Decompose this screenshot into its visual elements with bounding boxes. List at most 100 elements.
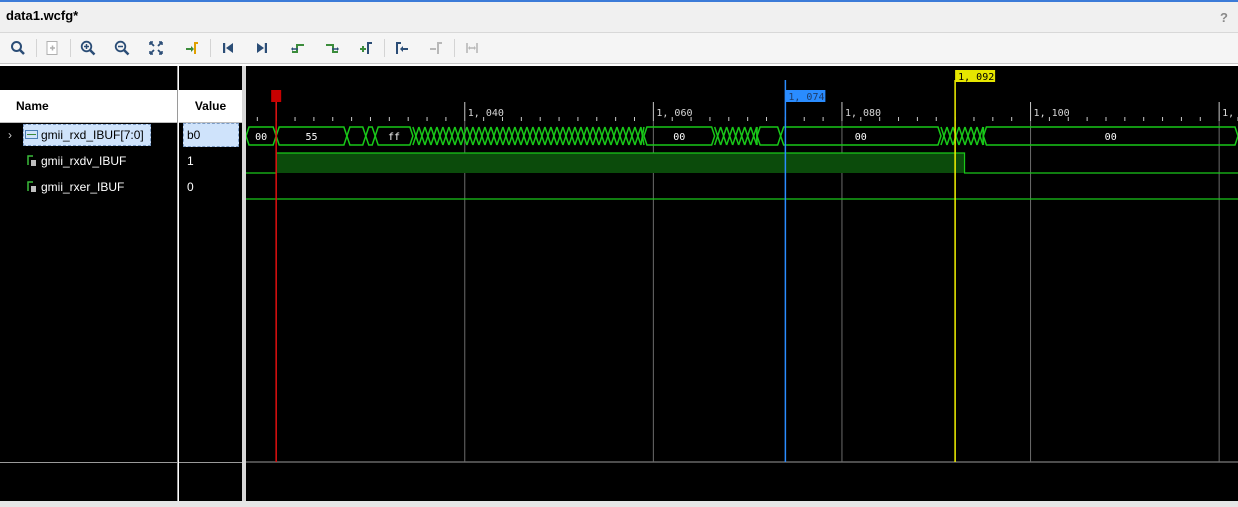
bus-value-label: ff — [388, 132, 400, 143]
signal-row[interactable]: › gmii_rxd_IBUF[7:0] — [0, 124, 177, 146]
zoom-out-icon[interactable] — [112, 38, 132, 58]
signal-value: b0 — [183, 123, 239, 147]
go-to-start-icon[interactable] — [218, 38, 238, 58]
bus-value-label: 55 — [306, 132, 318, 143]
bus-transition — [442, 126, 450, 146]
timeline-tick-label: 1, 040 — [468, 108, 504, 119]
search-icon[interactable] — [8, 38, 28, 58]
bus-transition — [520, 126, 528, 146]
bus-transition — [430, 126, 438, 146]
bus-transition — [550, 126, 558, 146]
bus-transition — [490, 126, 498, 146]
zoom-in-icon[interactable] — [78, 38, 98, 58]
bus-transition — [622, 126, 630, 146]
bus-transition — [952, 126, 960, 146]
window-title: data1.wcfg* — [6, 8, 79, 23]
bus-transition — [544, 126, 552, 146]
bus-value-label: 00 — [1105, 132, 1117, 143]
go-to-end-icon[interactable] — [252, 38, 272, 58]
bus-value-label: 00 — [255, 132, 267, 143]
toolbar — [0, 33, 1238, 64]
bus-transition — [610, 126, 618, 146]
bus-transition — [508, 126, 516, 146]
bus-transition — [634, 126, 642, 146]
bus-transition — [604, 126, 612, 146]
timeline-tick-label: 1, 120 — [1222, 108, 1238, 119]
toolbar-separator — [70, 39, 71, 57]
bus-transition — [970, 126, 978, 146]
chevron-right-icon[interactable]: › — [8, 128, 12, 142]
toolbar-separator — [454, 39, 455, 57]
next-marker-icon[interactable] — [426, 38, 446, 58]
bus-transition — [514, 126, 522, 146]
toolbar-separator — [36, 39, 37, 57]
signal-name-label: gmii_rxer_IBUF — [41, 180, 125, 194]
add-marker-icon[interactable] — [356, 38, 376, 58]
bus-transition — [568, 126, 576, 146]
bus-transition — [586, 126, 594, 146]
bus-transition — [454, 126, 462, 146]
bus-transition — [958, 126, 966, 146]
bus-transition — [472, 126, 480, 146]
signal-name-panel: Name › gmii_rxd_IBUF[7:0] gmii_rxdv_IBUF… — [0, 66, 178, 501]
signal-row[interactable]: gmii_rxdv_IBUF — [0, 150, 177, 172]
next-transition-icon[interactable] — [322, 38, 342, 58]
waveform-canvas[interactable]: 1, 040 1, 060 1, 080 1, 100 1, 120 00 55 ff 00 00… — [245, 66, 1238, 501]
marker-flag[interactable] — [271, 90, 282, 102]
panel-divider — [0, 462, 177, 463]
bus-transition — [484, 126, 492, 146]
bus-segment — [756, 126, 782, 146]
bus-transition — [592, 126, 600, 146]
save-icon[interactable] — [42, 38, 62, 58]
bus-transition — [418, 126, 426, 146]
title-bar: data1.wcfg* ? — [0, 2, 1238, 33]
bus-transition — [580, 126, 588, 146]
toolbar-separator — [384, 39, 385, 57]
bus-transition — [466, 126, 474, 146]
bus-transition — [946, 126, 954, 146]
bus-transition — [725, 126, 734, 146]
bus-transition — [598, 126, 606, 146]
name-column-header[interactable]: Name — [0, 90, 177, 123]
bus-transition — [713, 126, 722, 146]
zoom-fit-icon[interactable] — [146, 38, 166, 58]
bus-transition — [496, 126, 504, 146]
bus-transition — [460, 126, 468, 146]
bus-transition — [964, 126, 972, 146]
bus-transition — [412, 126, 420, 146]
name-column-header-label: Name — [16, 99, 49, 113]
go-to-cursor-icon[interactable] — [182, 38, 202, 58]
rxdv-high-fill — [276, 153, 965, 173]
swap-cursors-icon[interactable] — [462, 38, 482, 58]
bus-transition — [731, 126, 740, 146]
bus-transition — [743, 126, 752, 146]
bus-transition — [940, 126, 948, 146]
toolbar-separator — [210, 39, 211, 57]
bus-transition — [502, 126, 510, 146]
bus-transition — [616, 126, 624, 146]
signal-row[interactable]: gmii_rxer_IBUF — [0, 176, 177, 198]
horizontal-scrollbar[interactable] — [0, 501, 1238, 507]
bit-signal-icon — [25, 180, 38, 196]
marker-label: 1, 092 — [958, 72, 994, 83]
bus-segment — [364, 126, 376, 146]
timeline-tick-label: 1, 080 — [845, 108, 881, 119]
bus-transition — [749, 126, 758, 146]
bus-transition — [628, 126, 636, 146]
signal-value: 1 — [187, 154, 194, 168]
waveform-area[interactable]: 1, 040 1, 060 1, 080 1, 100 1, 120 00 55 ff 00 00… — [245, 66, 1238, 501]
bit-signal-icon — [25, 154, 38, 170]
bus-transition — [448, 126, 456, 146]
value-column-header[interactable]: Value — [179, 90, 242, 123]
bus-transition — [719, 126, 728, 146]
bus-transition — [562, 126, 570, 146]
bus-transition — [737, 126, 746, 146]
previous-marker-icon[interactable] — [392, 38, 412, 58]
help-icon[interactable]: ? — [1220, 10, 1228, 25]
bus-transition — [538, 126, 546, 146]
previous-transition-icon[interactable] — [288, 38, 308, 58]
bus-transition — [532, 126, 540, 146]
marker-label: 1, 074 — [788, 92, 824, 103]
signal-value: 0 — [187, 180, 194, 194]
bus-transition — [478, 126, 486, 146]
